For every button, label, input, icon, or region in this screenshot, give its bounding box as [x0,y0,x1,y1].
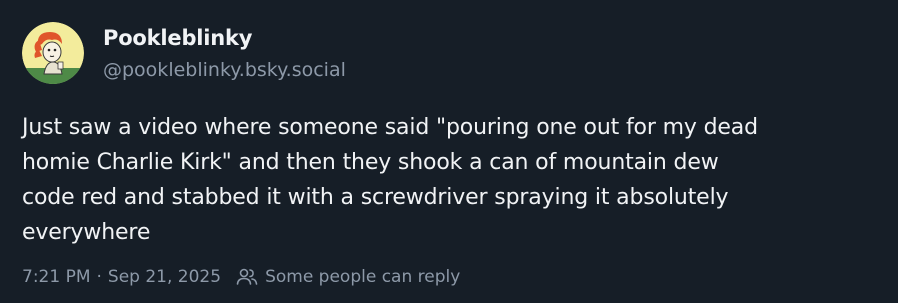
author-handle[interactable]: @pookleblinky.bsky.social [103,59,346,81]
post-text-line: code red and stabbed it with a screwdriv… [22,185,729,210]
author-display-name[interactable]: Pookleblinky [103,26,252,50]
post-text: Just saw a video where someone said "pou… [22,110,882,250]
avatar[interactable] [22,22,84,84]
post-meta: 7:21 PM · Sep 21, 2025 Some people can r… [22,264,460,290]
post-card[interactable]: Pookleblinky @pookleblinky.bsky.social J… [0,0,898,303]
post-date[interactable]: Sep 21, 2025 [108,267,221,287]
reply-setting[interactable]: Some people can reply [265,267,460,287]
post-time[interactable]: 7:21 PM [22,267,91,287]
post-text-line: homie Charlie Kirk" and then they shook … [22,150,719,175]
post-text-line: everywhere [22,220,151,245]
post-text-line: Just saw a video where someone said "pou… [22,115,758,140]
meta-separator: · [96,267,102,287]
people-icon [235,267,259,287]
